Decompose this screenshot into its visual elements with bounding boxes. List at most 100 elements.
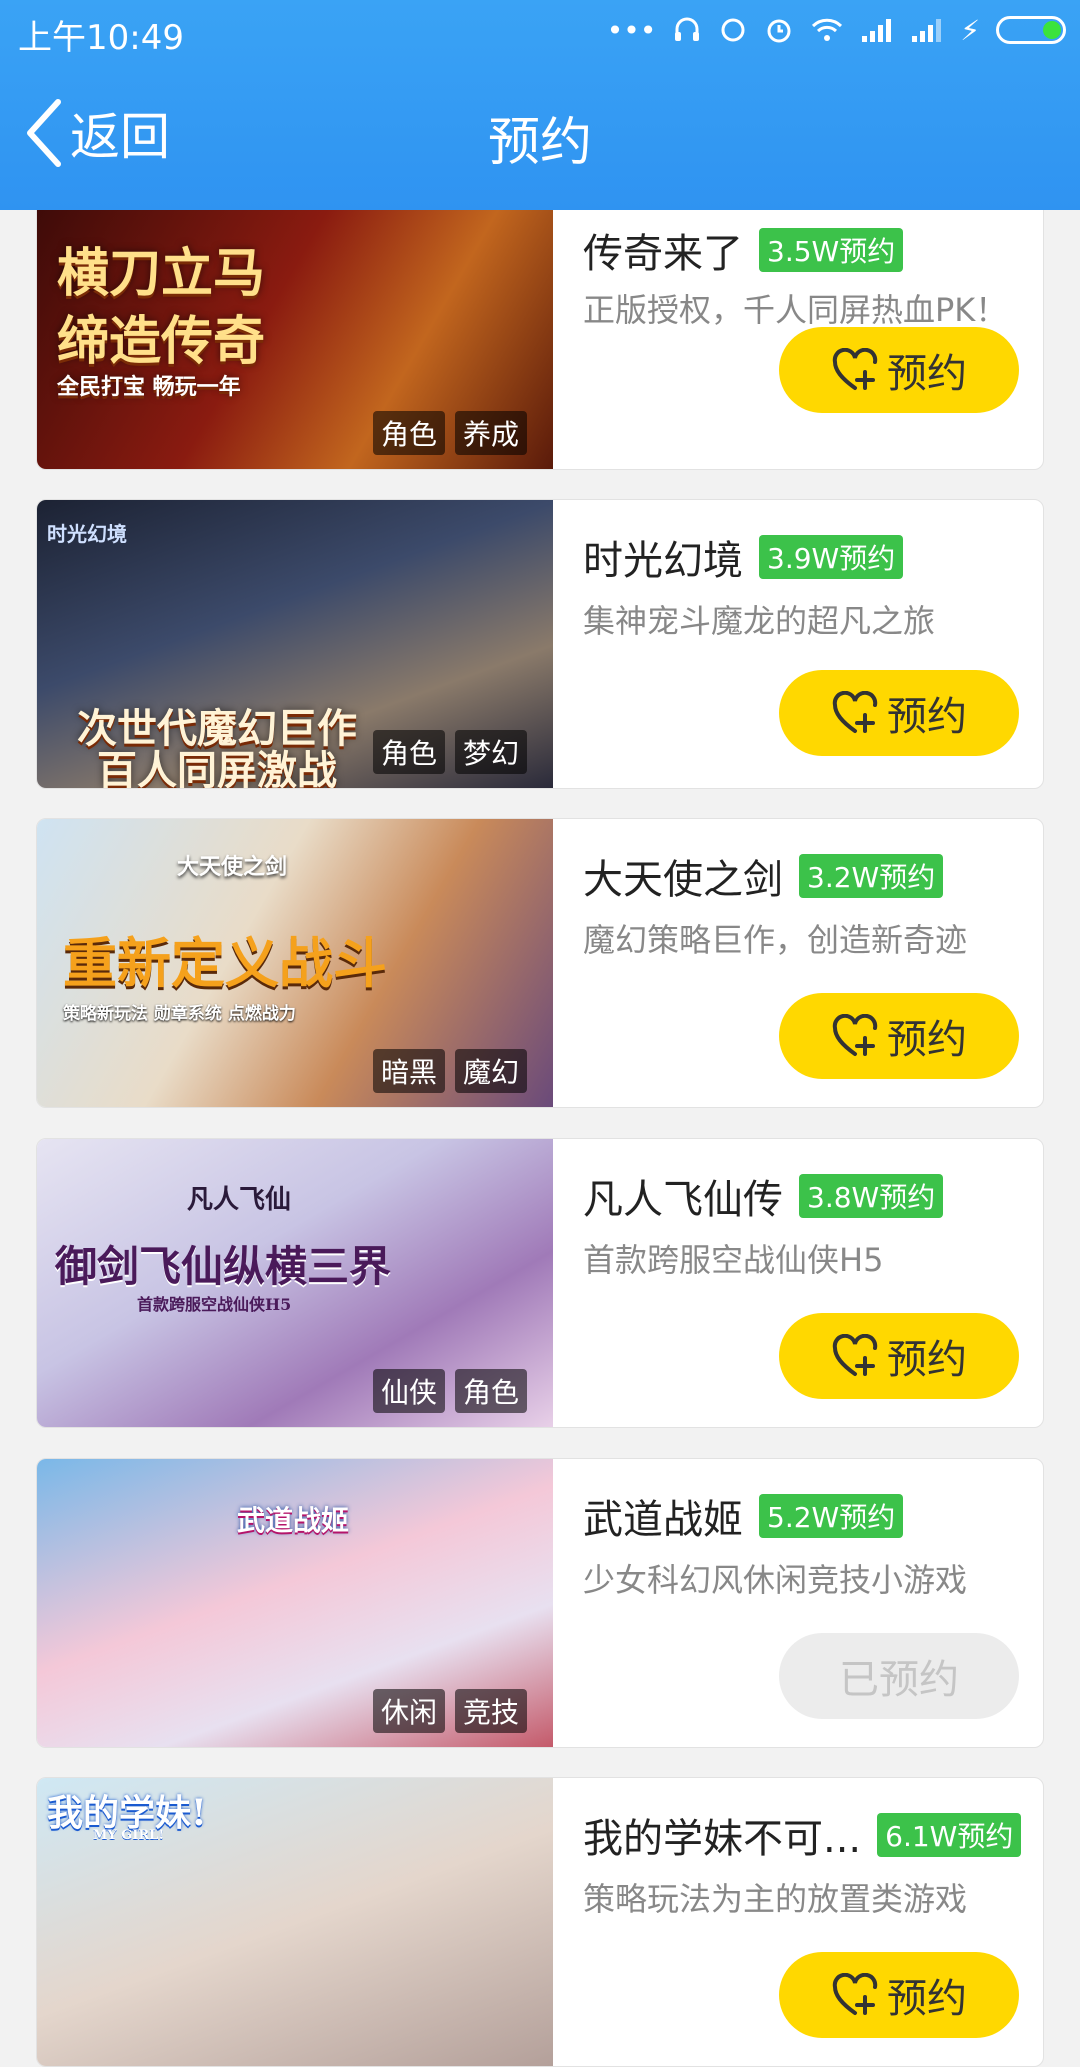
game-description: 正版授权，千人同屏热血PK！ [583,291,1008,329]
signal-2-icon [910,16,944,44]
game-thumbnail: 时光幻境 次世代魔幻巨作 百人同屏激战 角色 梦幻 [37,500,553,788]
banner-text: 百人同屏激战 [97,747,337,788]
reserve-button[interactable]: 预约 [779,1313,1019,1399]
wifi-icon [810,16,844,44]
reservation-count-badge: 6.1W预约 [877,1813,1022,1857]
tag-list: 角色 梦幻 [372,730,527,774]
page-title: 预约 [487,113,592,173]
tag-list: 仙侠 角色 [372,1369,527,1413]
heart-plus-icon [832,1334,878,1376]
game-thumbnail: 大天使之剑 重新定义战斗 策略新玩法 勋章系统 点燃战力 暗黑 魔幻 [37,819,553,1107]
title-row: 凡人飞仙传 3.8W预约 [583,1167,944,1225]
reservation-count-badge: 5.2W预约 [759,1494,904,1538]
reserve-button-label: 预约 [887,694,967,740]
tag: 角色 [372,411,445,455]
reserve-button-label: 预约 [887,1337,967,1383]
status-bar: 上午10:49 ••• ⚡ [0,0,1080,60]
reserved-button-label: 已预约 [839,1657,959,1703]
top-bar: 上午10:49 ••• ⚡ 返回 预约 [0,0,1080,210]
game-info: 武道战姬 5.2W预约 少女科幻风休闲竞技小游戏 已预约 [583,1459,1043,1747]
reserve-button[interactable]: 预约 [779,1952,1019,2038]
heart-plus-icon [832,1014,878,1056]
tag-list: 暗黑 魔幻 [372,1049,527,1093]
banner-text: 全民打宝 畅玩一年 [57,374,241,400]
game-card[interactable]: 我的学妹! MY GIRL! 我的学妹不可... 6.1W预约 策略玩法为主的放… [36,1777,1044,2067]
game-thumbnail: 凡人飞仙 御剑飞仙纵横三界 首款跨服空战仙侠H5 仙侠 角色 [37,1139,553,1427]
tag-list: 休闲 竞技 [372,1689,527,1733]
banner-text: 策略新玩法 勋章系统 点燃战力 [63,1004,296,1024]
game-card[interactable]: 武道战姬 休闲 竞技 武道战姬 5.2W预约 少女科幻风休闲竞技小游戏 已预约 [36,1458,1044,1748]
game-info: 传奇来了 3.5W预约 正版授权，千人同屏热血PK！ 预约 [583,181,1043,469]
status-time: 上午10:49 [18,18,184,58]
game-title: 时光幻境 [583,538,743,584]
game-title: 传奇来了 [583,231,743,277]
tag: 魔幻 [454,1049,527,1093]
banner-text: 首款跨服空战仙侠H5 [137,1295,292,1314]
game-info: 大天使之剑 3.2W预约 魔幻策略巨作，创造新奇迹 预约 [583,819,1043,1107]
status-icons: ••• ⚡ [607,10,1066,50]
game-info: 凡人飞仙传 3.8W预约 首款跨服空战仙侠H5 预约 [583,1139,1043,1427]
banner-text: 时光幻境 [47,522,127,546]
game-info: 时光幻境 3.9W预约 集神宠斗魔龙的超凡之旅 预约 [583,500,1043,788]
tag-list: 角色 养成 [372,411,527,455]
game-title: 我的学妹不可... [583,1816,862,1862]
game-title: 武道战姬 [583,1497,743,1543]
banner-text: 大天使之剑 [177,854,288,880]
game-description: 策略玩法为主的放置类游戏 [583,1880,968,1918]
reservation-count-badge: 3.8W预约 [799,1174,944,1218]
game-thumbnail: 我的学妹! MY GIRL! [37,1778,553,2066]
reserved-button[interactable]: 已预约 [779,1633,1019,1719]
banner-text: MY GIRL! [93,1828,165,1843]
alarm-icon [764,15,794,45]
game-card[interactable]: 凡人飞仙 御剑飞仙纵横三界 首款跨服空战仙侠H5 仙侠 角色 凡人飞仙传 3.8… [36,1138,1044,1428]
game-thumbnail: 武道战姬 休闲 竞技 [37,1459,553,1747]
reserve-button[interactable]: 预约 [779,327,1019,413]
sync-icon [718,15,748,45]
game-card[interactable]: 时光幻境 次世代魔幻巨作 百人同屏激战 角色 梦幻 时光幻境 3.9W预约 集神… [36,499,1044,789]
game-title: 凡人飞仙传 [583,1177,783,1223]
tag: 暗黑 [372,1049,445,1093]
tag: 梦幻 [454,730,527,774]
reserve-button-label: 预约 [887,1017,967,1063]
game-description: 集神宠斗魔龙的超凡之旅 [583,602,936,640]
tag: 仙侠 [372,1369,445,1413]
title-row: 大天使之剑 3.2W预约 [583,847,944,905]
heart-plus-icon [832,348,878,390]
reserve-button[interactable]: 预约 [779,993,1019,1079]
reserve-button-label: 预约 [887,351,967,397]
banner-text: 缔造传奇 [57,311,266,372]
battery-icon [996,16,1066,44]
banner-text: 横刀立马 [57,243,266,304]
heart-plus-icon [832,1973,878,2015]
reservation-count-badge: 3.9W预约 [759,535,904,579]
signal-icon [860,16,894,44]
tag: 养成 [454,411,527,455]
banner-text: 御剑飞仙纵横三界 [55,1242,392,1291]
game-description: 少女科幻风休闲竞技小游戏 [583,1561,968,1599]
title-row: 我的学妹不可... 6.1W预约 [583,1806,1022,1864]
reserve-button[interactable]: 预约 [779,670,1019,756]
game-description: 首款跨服空战仙侠H5 [583,1241,884,1279]
game-title: 大天使之剑 [583,857,783,903]
tag: 竞技 [454,1689,527,1733]
reservation-count-badge: 3.2W预约 [799,854,944,898]
game-card[interactable]: 大天使之剑 重新定义战斗 策略新玩法 勋章系统 点燃战力 暗黑 魔幻 大天使之剑… [36,818,1044,1108]
tag: 角色 [454,1369,527,1413]
game-thumbnail: 横刀立马 缔造传奇 全民打宝 畅玩一年 角色 养成 [37,181,553,469]
title-row: 传奇来了 3.5W预约 [583,221,904,279]
tag: 休闲 [372,1689,445,1733]
tag: 角色 [372,730,445,774]
reservation-count-badge: 3.5W预约 [759,228,904,272]
reserve-button-label: 预约 [887,1976,967,2022]
charging-icon: ⚡ [960,13,980,47]
nav-bar: 返回 预约 [0,60,1080,210]
game-description: 魔幻策略巨作，创造新奇迹 [583,921,968,959]
banner-text: 重新定义战斗 [63,931,387,995]
game-card[interactable]: 横刀立马 缔造传奇 全民打宝 畅玩一年 角色 养成 传奇来了 3.5W预约 正版… [36,180,1044,470]
heart-plus-icon [832,691,878,733]
title-row: 武道战姬 5.2W预约 [583,1487,904,1545]
game-info: 我的学妹不可... 6.1W预约 策略玩法为主的放置类游戏 预约 [583,1778,1043,2066]
title-row: 时光幻境 3.9W预约 [583,528,904,586]
headset-icon [672,15,702,45]
banner-text: 武道战姬 [237,1504,350,1537]
